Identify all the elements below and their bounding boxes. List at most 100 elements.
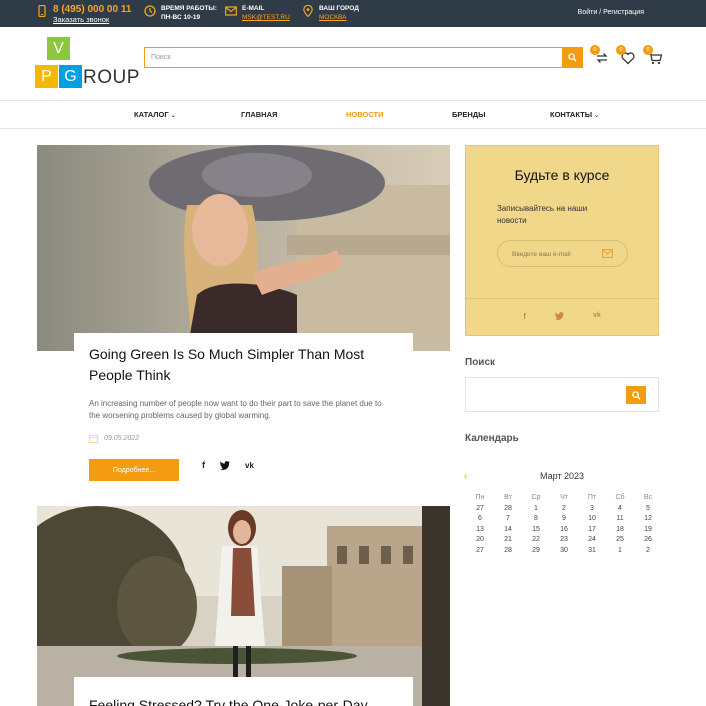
sidebar-search-input[interactable] [470, 386, 620, 404]
calendar-weekday: Сб [615, 494, 625, 501]
email-link[interactable]: MSK@TEST.RU [242, 13, 290, 22]
phone-number[interactable]: 8 (495) 000 00 11 [53, 4, 131, 15]
nav-item-catalog[interactable]: КАТАЛОГ ⌄ [134, 110, 176, 119]
calendar-week: 27 28 1 2 3 4 5 [466, 504, 662, 515]
nav-item-home[interactable]: ГЛАВНАЯ [241, 110, 277, 119]
calendar-day[interactable]: 25 [606, 535, 634, 546]
calendar-day[interactable]: 23 [550, 535, 578, 546]
read-more-button[interactable]: Подробнее... [89, 459, 179, 481]
city-label: ВАШ ГОРОД [319, 5, 359, 12]
main-nav: КАТАЛОГ ⌄ ГЛАВНАЯ НОВОСТИ БРЕНДЫ КОНТАКТ… [0, 100, 706, 129]
calendar-day[interactable]: 29 [522, 546, 550, 557]
calendar-day[interactable]: 1 [522, 504, 550, 515]
calendar-day[interactable]: 15 [522, 525, 550, 536]
chevron-left-icon: ‹ [464, 471, 468, 482]
wishlist-button[interactable]: 0 [616, 45, 636, 66]
calendar-day[interactable]: 12 [634, 514, 662, 525]
calendar-day[interactable]: 2 [550, 504, 578, 515]
subscribe-text: Записывайтесь на наши новости [497, 204, 588, 225]
calendar-day[interactable]: 16 [550, 525, 578, 536]
email-block: E-MAIL MSK@TEST.RU [225, 4, 290, 22]
nav-item-news[interactable]: НОВОСТИ [346, 110, 384, 119]
article-photo-woman-hat [37, 145, 450, 351]
calendar-day[interactable]: 30 [550, 546, 578, 557]
logo[interactable]: V P G ROUP [35, 37, 139, 91]
sidebar-search [465, 377, 659, 412]
calendar-day[interactable]: 26 [634, 535, 662, 546]
top-bar: 8 (495) 000 00 11 Заказать звонок ВРЕМЯ … [0, 0, 706, 27]
facebook-icon[interactable]: f [202, 460, 205, 470]
calendar-day[interactable]: 28 [494, 504, 522, 515]
vk-icon[interactable]: vk [593, 312, 601, 321]
hours-label: ВРЕМЯ РАБОТЫ: [161, 5, 217, 12]
city-link[interactable]: МОСКВА [319, 13, 359, 22]
article-title[interactable]: Feeling Stressed? Try the One-Joke-per-D… [89, 695, 409, 706]
cart-count-badge: 0 [643, 45, 653, 55]
header-search [144, 47, 583, 68]
clock-icon [144, 5, 156, 17]
chevron-down-icon: ⌄ [594, 113, 600, 119]
article-date: 09.05.2022 [104, 435, 140, 442]
calendar-weekday: Чт [560, 494, 568, 501]
article-excerpt: An increasing number of people now want … [89, 399, 382, 420]
calendar-day[interactable]: 2 [634, 546, 662, 557]
calendar-day[interactable]: 10 [578, 514, 606, 525]
calendar-day[interactable]: 4 [606, 504, 634, 515]
sidebar-search-button[interactable] [626, 386, 646, 404]
vk-icon[interactable]: vk [245, 461, 254, 470]
cart-button[interactable]: 0 [643, 45, 663, 66]
logo-letter-g: G [59, 65, 82, 88]
twitter-icon[interactable] [220, 460, 230, 470]
calendar-day[interactable]: 8 [522, 514, 550, 525]
subscribe-email-input[interactable] [512, 248, 602, 260]
search-icon [567, 53, 577, 62]
envelope-icon[interactable] [602, 249, 613, 258]
calendar-week: 20 21 22 23 24 25 26 [466, 535, 662, 546]
calendar-day[interactable]: 3 [578, 504, 606, 515]
calendar-day[interactable]: 14 [494, 525, 522, 536]
phone-block: 8 (495) 000 00 11 Заказать звонок [36, 4, 131, 25]
search-input[interactable] [145, 48, 563, 67]
calendar-day[interactable]: 21 [494, 535, 522, 546]
calendar-day[interactable]: 7 [494, 514, 522, 525]
nav-item-brands[interactable]: БРЕНДЫ [452, 110, 486, 119]
calendar-day[interactable]: 24 [578, 535, 606, 546]
calendar-day[interactable]: 17 [578, 525, 606, 536]
calendar-day[interactable]: 28 [494, 546, 522, 557]
article-image[interactable] [37, 145, 450, 351]
facebook-icon[interactable]: f [523, 312, 526, 321]
calendar-day[interactable]: 22 [522, 535, 550, 546]
article-title[interactable]: Going Green Is So Much Simpler Than Most… [89, 344, 389, 386]
calendar-day[interactable]: 27 [466, 546, 494, 557]
nav-item-contacts[interactable]: КОНТАКТЫ ⌄ [550, 110, 599, 119]
calendar-day[interactable]: 5 [634, 504, 662, 515]
logo-letter-p: P [35, 65, 58, 88]
search-button[interactable] [562, 48, 582, 67]
calendar-day[interactable]: 1 [606, 546, 634, 557]
article-image[interactable] [37, 506, 450, 706]
calendar-day[interactable]: 9 [550, 514, 578, 525]
calendar-day[interactable]: 27 [466, 504, 494, 515]
calendar-weekday: Пт [587, 494, 597, 501]
calendar-day[interactable]: 19 [634, 525, 662, 536]
calendar-weekday: Вт [504, 494, 512, 501]
calendar-day[interactable]: 6 [466, 514, 494, 525]
callback-link[interactable]: Заказать звонок [53, 15, 131, 25]
calendar-day[interactable]: 13 [466, 525, 494, 536]
login-register-link[interactable]: Войти / Регистрация [578, 9, 644, 16]
calendar-day[interactable]: 20 [466, 535, 494, 546]
compare-button[interactable]: 0 [590, 45, 610, 66]
twitter-icon[interactable] [554, 312, 564, 320]
phone-icon [38, 5, 46, 17]
subscribe-email-field [497, 240, 628, 267]
hours-value: ПН-ВС 10-19 [161, 14, 201, 21]
logo-letter-v: V [47, 37, 70, 60]
calendar-day[interactable]: 18 [606, 525, 634, 536]
calendar-prev-button[interactable]: ‹ [464, 471, 467, 482]
calendar-weekday: Пн [475, 494, 485, 501]
calendar-day[interactable]: 31 [578, 546, 606, 557]
article-card: Going Green Is So Much Simpler Than Most… [74, 333, 413, 480]
calendar-day[interactable]: 11 [606, 514, 634, 525]
subscribe-title: Будьте в курсе [514, 167, 610, 183]
nav-item-label: КОНТАКТЫ [550, 110, 593, 119]
